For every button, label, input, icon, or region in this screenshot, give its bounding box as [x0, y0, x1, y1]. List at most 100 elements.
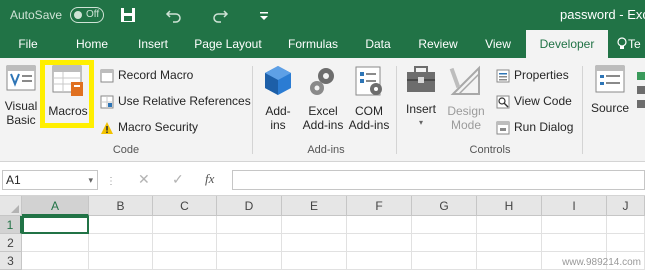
com-add-ins-button[interactable]: COM Add-ins: [346, 64, 392, 132]
cell[interactable]: [347, 216, 412, 234]
column-header-g[interactable]: G: [412, 196, 477, 216]
view-code-icon: [496, 95, 510, 109]
cell[interactable]: [89, 216, 153, 234]
use-relative-references-button[interactable]: Use Relative References: [100, 92, 251, 110]
run-dialog-button[interactable]: Run Dialog: [496, 118, 573, 136]
tab-insert[interactable]: Insert: [128, 30, 178, 58]
add-ins-label-2: ins: [270, 118, 286, 132]
column-header-a[interactable]: A: [22, 196, 89, 216]
tab-data[interactable]: Data: [356, 30, 400, 58]
cell[interactable]: [412, 252, 477, 270]
group-label-add-ins: Add-ins: [307, 144, 345, 156]
cell-a1[interactable]: [22, 216, 89, 234]
group-separator: [396, 66, 397, 154]
tab-view[interactable]: View: [476, 30, 520, 58]
excel-add-ins-button[interactable]: Excel Add-ins: [300, 64, 346, 132]
cell[interactable]: [412, 234, 477, 252]
cell[interactable]: [282, 216, 347, 234]
tab-developer[interactable]: Developer: [526, 30, 608, 58]
com-add-ins-label-2: Add-ins: [348, 118, 390, 132]
cancel-icon[interactable]: ✕: [138, 171, 150, 188]
group-separator: [582, 66, 583, 154]
customize-toolbar-icon[interactable]: [254, 5, 274, 25]
autosave-toggle-knob: [74, 11, 82, 19]
column-header-j[interactable]: J: [607, 196, 645, 216]
cell[interactable]: [477, 252, 542, 270]
record-macro-icon: [100, 69, 114, 83]
view-code-label: View Code: [514, 94, 572, 108]
select-all-corner[interactable]: [0, 196, 22, 216]
tab-review[interactable]: Review: [410, 30, 466, 58]
cell[interactable]: [542, 216, 607, 234]
cell[interactable]: [607, 216, 645, 234]
xml-source-button[interactable]: Source: [588, 64, 632, 115]
cell[interactable]: [217, 234, 282, 252]
column-header-h[interactable]: H: [477, 196, 542, 216]
cell[interactable]: [607, 234, 645, 252]
design-mode-label-1: Design: [447, 104, 485, 118]
chevron-down-icon[interactable]: ▾: [88, 171, 93, 189]
relative-references-icon: [100, 95, 114, 109]
cell[interactable]: [89, 252, 153, 270]
com-add-ins-label-1: COM: [355, 104, 383, 118]
design-mode-icon: [449, 65, 480, 95]
cell[interactable]: [412, 216, 477, 234]
visual-basic-button[interactable]: Visual Basic: [2, 64, 40, 127]
insert-function-icon[interactable]: fx: [205, 171, 214, 187]
design-mode-button[interactable]: Design Mode: [443, 64, 489, 132]
warning-icon: [101, 121, 113, 134]
autosave-toggle[interactable]: Off: [70, 7, 104, 23]
record-macro-button[interactable]: Record Macro: [100, 66, 193, 84]
cell[interactable]: [153, 234, 217, 252]
view-code-button[interactable]: View Code: [496, 92, 572, 110]
insert-control-button[interactable]: Insert ▾: [400, 64, 442, 130]
cell[interactable]: [217, 216, 282, 234]
cell[interactable]: [89, 234, 153, 252]
cell[interactable]: [22, 252, 89, 270]
column-header-d[interactable]: D: [217, 196, 282, 216]
tab-file[interactable]: File: [8, 30, 48, 58]
undo-icon[interactable]: [164, 5, 184, 25]
xml-map-icon[interactable]: [636, 70, 645, 110]
cell[interactable]: [22, 234, 89, 252]
column-header-e[interactable]: E: [282, 196, 347, 216]
visual-basic-label-1: Visual: [4, 99, 38, 113]
cell[interactable]: [347, 252, 412, 270]
autosave-state: Off: [86, 9, 100, 20]
tab-tell-me[interactable]: Te: [628, 30, 645, 58]
column-header-i[interactable]: I: [542, 196, 607, 216]
add-ins-button[interactable]: Add- ins: [258, 64, 298, 132]
enter-icon[interactable]: ✓: [172, 171, 184, 188]
column-header-f[interactable]: F: [347, 196, 412, 216]
cell[interactable]: [477, 234, 542, 252]
chevron-down-icon: ▾: [418, 118, 423, 127]
cell[interactable]: [542, 234, 607, 252]
lightbulb-icon: [617, 37, 627, 49]
ribbon: Visual Basic Macros Record Macro Use Rel…: [0, 58, 645, 162]
tab-formulas[interactable]: Formulas: [280, 30, 346, 58]
macros-highlight-box: [40, 60, 94, 128]
visual-basic-label-2: Basic: [6, 113, 36, 127]
tab-page-layout[interactable]: Page Layout: [190, 30, 266, 58]
cell[interactable]: [153, 216, 217, 234]
save-icon[interactable]: [118, 5, 138, 25]
row-header-2[interactable]: 2: [0, 234, 22, 252]
redo-icon[interactable]: [210, 5, 230, 25]
cell[interactable]: [477, 216, 542, 234]
cell[interactable]: [347, 234, 412, 252]
column-header-c[interactable]: C: [153, 196, 217, 216]
more-options-icon[interactable]: ⋮: [106, 176, 116, 187]
cell[interactable]: [282, 234, 347, 252]
name-box[interactable]: A1 ▾: [2, 170, 98, 190]
row-header-3[interactable]: 3: [0, 252, 22, 270]
column-header-b[interactable]: B: [89, 196, 153, 216]
macro-security-button[interactable]: Macro Security: [100, 118, 198, 136]
cell[interactable]: [282, 252, 347, 270]
row-header-1[interactable]: 1: [0, 216, 22, 234]
group-label-controls: Controls: [469, 144, 511, 156]
tab-home[interactable]: Home: [66, 30, 118, 58]
cell[interactable]: [217, 252, 282, 270]
formula-input[interactable]: [232, 170, 645, 190]
cell[interactable]: [153, 252, 217, 270]
properties-button[interactable]: Properties: [496, 66, 569, 84]
